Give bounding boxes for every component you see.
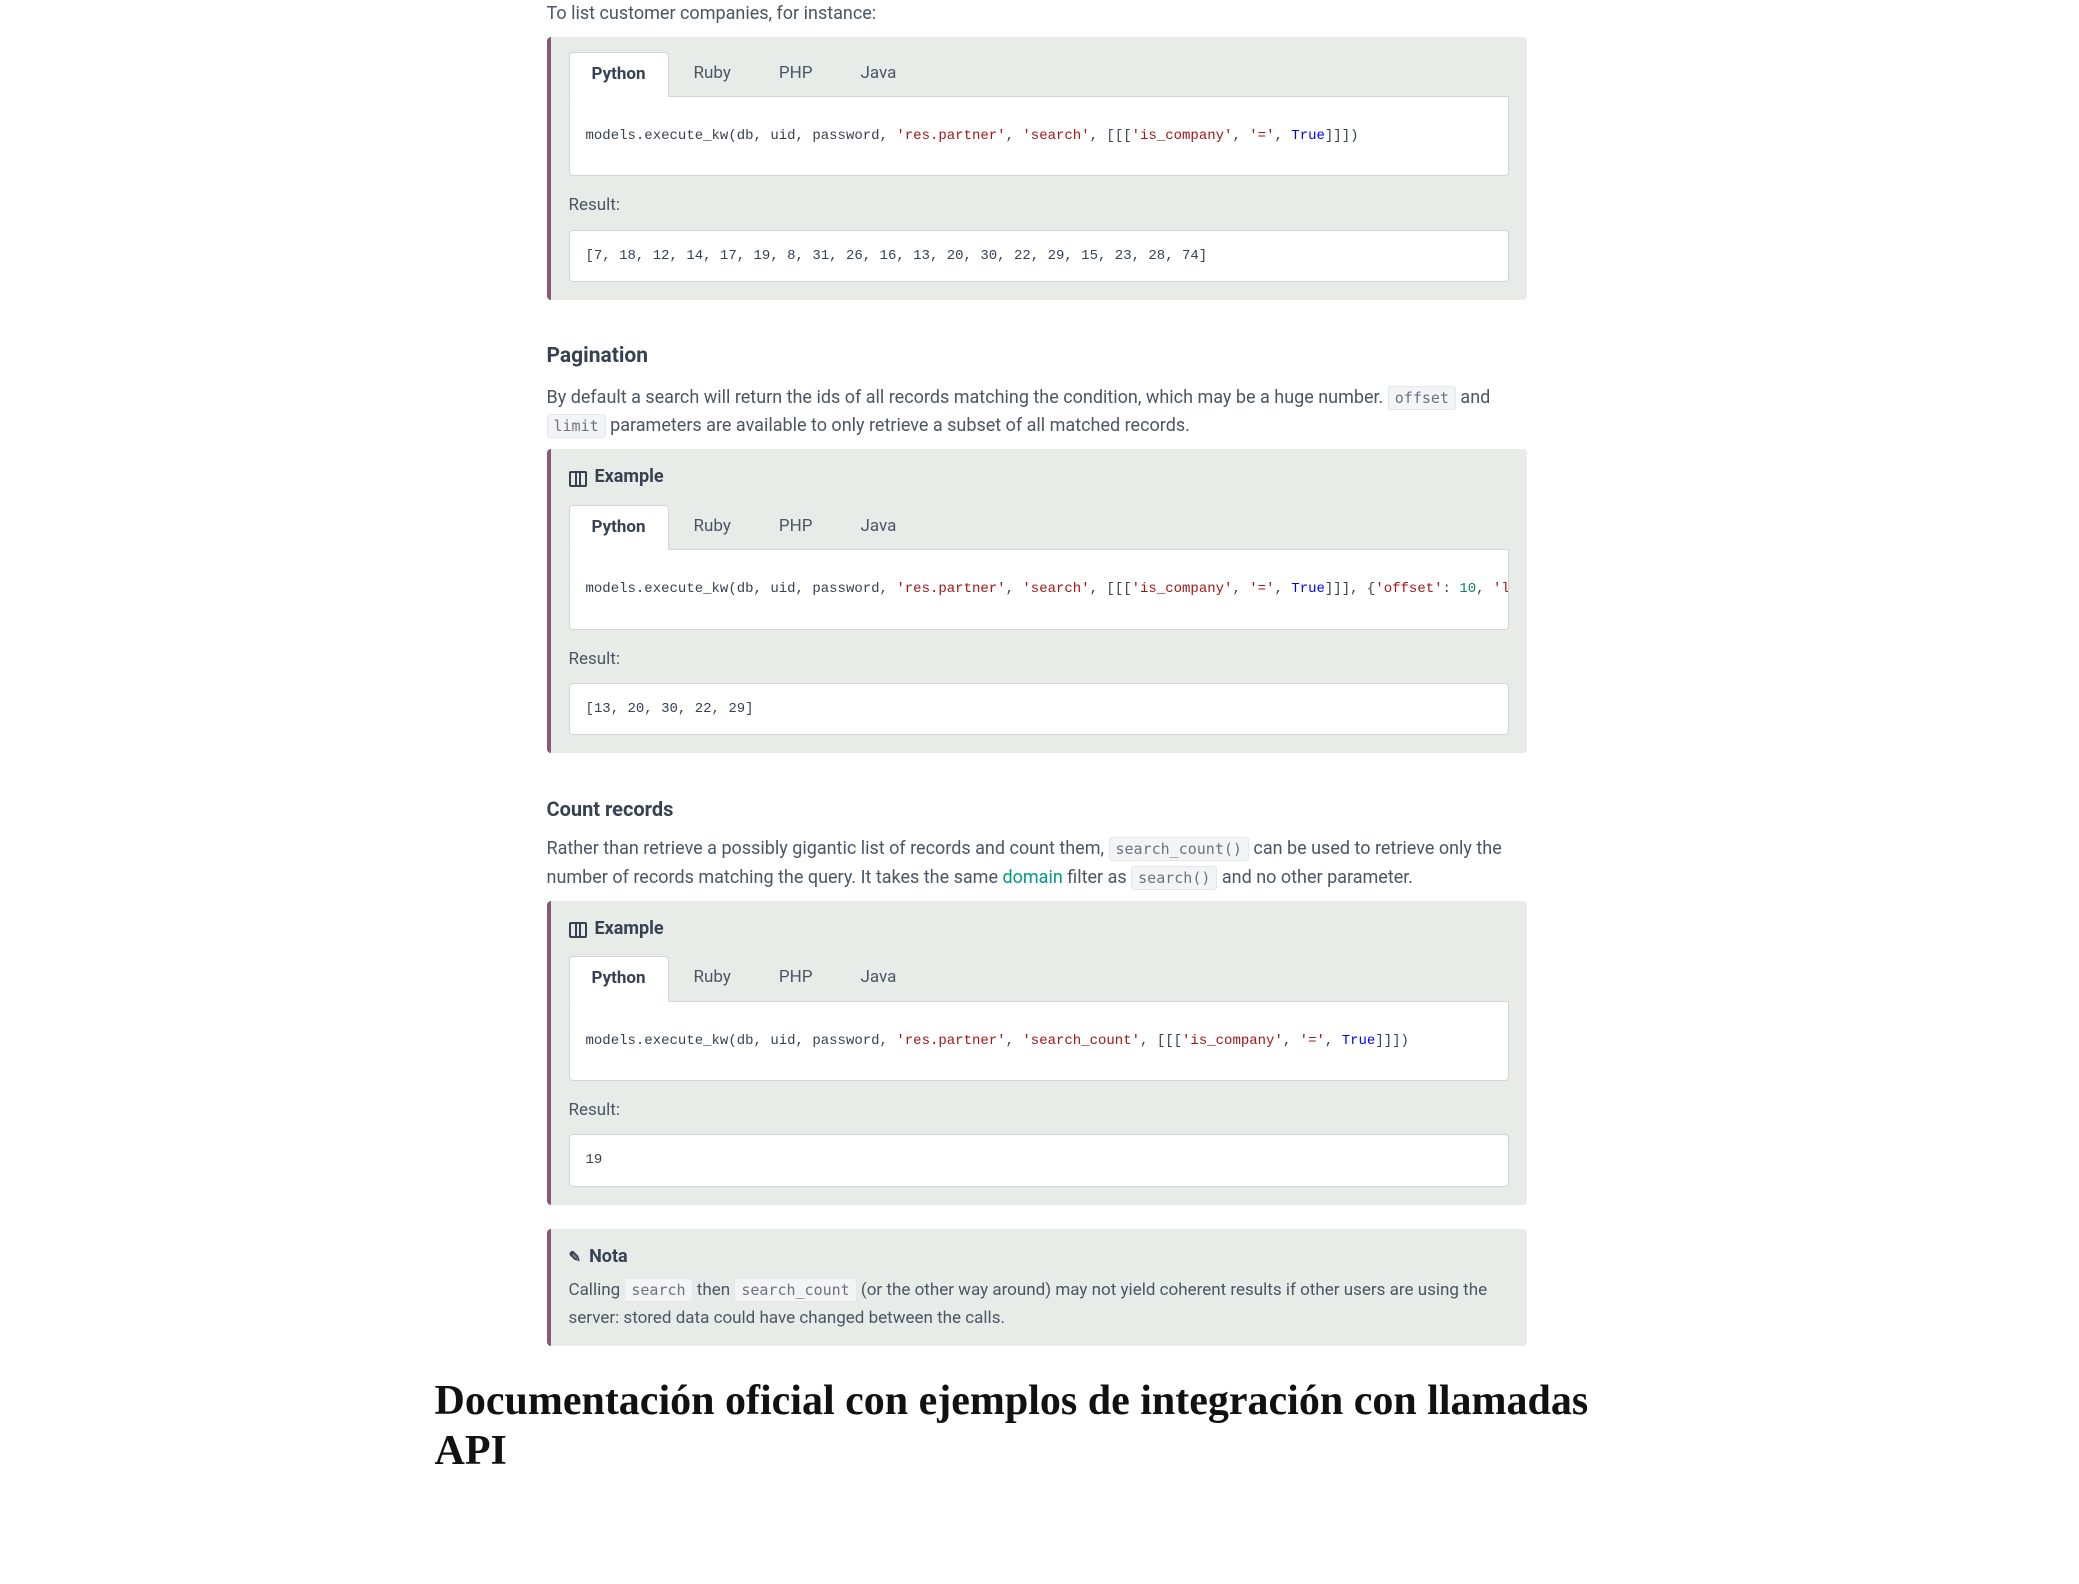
tab-java-2[interactable]: Java (837, 504, 919, 549)
tab-python-2[interactable]: Python (569, 505, 669, 550)
inline-code-searchcount: search_count() (1109, 837, 1249, 861)
tabs-1: Python Ruby PHP Java (569, 51, 1509, 97)
book-icon (569, 471, 587, 485)
book-icon (569, 922, 587, 936)
inline-code-search: search() (1131, 866, 1217, 890)
pagination-heading: Pagination (547, 340, 1527, 374)
note-title: ✎ Nota (569, 1243, 1509, 1272)
result-label-1: Result: (569, 192, 1509, 219)
tab-ruby-2[interactable]: Ruby (671, 504, 754, 549)
tab-php-2[interactable]: PHP (756, 504, 836, 549)
note-code-search: search (624, 1278, 692, 1302)
result-label-2: Result: (569, 646, 1509, 673)
result-block-1: [7, 18, 12, 14, 17, 19, 8, 31, 26, 16, 1… (569, 230, 1509, 282)
pagination-text: By default a search will return the ids … (547, 384, 1527, 442)
example-box-1: Python Ruby PHP Java models.execute_kw(d… (547, 37, 1527, 300)
note-code-searchcount: search_count (734, 1278, 856, 1302)
result-label-3: Result: (569, 1097, 1509, 1124)
note-box: ✎ Nota Calling search then search_count … (547, 1229, 1527, 1346)
tabs-2: Python Ruby PHP Java (569, 504, 1509, 550)
code-block-3: models.execute_kw(db, uid, password, 're… (569, 1002, 1509, 1081)
code-block-1: models.execute_kw(db, uid, password, 're… (569, 97, 1509, 176)
tab-php-3[interactable]: PHP (756, 955, 836, 1000)
pin-icon: ✎ (569, 1245, 582, 1269)
count-text: Rather than retrieve a possibly gigantic… (547, 835, 1527, 893)
tab-ruby-3[interactable]: Ruby (671, 955, 754, 1000)
inline-code-limit: limit (547, 414, 606, 438)
tab-python-3[interactable]: Python (569, 956, 669, 1001)
note-text: Calling search then search_count (or the… (569, 1277, 1509, 1331)
example-title-3: Example (569, 915, 1509, 944)
inline-code-offset: offset (1388, 386, 1456, 410)
code-block-2: models.execute_kw(db, uid, password, 're… (569, 550, 1509, 629)
section1-intro: To list customer companies, for instance… (547, 0, 1527, 29)
tab-java-3[interactable]: Java (837, 955, 919, 1000)
example-title-2: Example (569, 463, 1509, 492)
example-box-2: Example Python Ruby PHP Java models.exec… (547, 449, 1527, 753)
tab-python[interactable]: Python (569, 52, 669, 97)
result-block-2: [13, 20, 30, 22, 29] (569, 683, 1509, 735)
domain-link[interactable]: domain (1002, 867, 1062, 888)
result-block-3: 19 (569, 1134, 1509, 1186)
tab-ruby[interactable]: Ruby (671, 51, 754, 96)
tab-java[interactable]: Java (837, 51, 919, 96)
tabs-3: Python Ruby PHP Java (569, 955, 1509, 1001)
example-box-3: Example Python Ruby PHP Java models.exec… (547, 901, 1527, 1205)
tab-php[interactable]: PHP (756, 51, 836, 96)
footer-heading: Documentación oficial con ejemplos de in… (435, 1376, 1645, 1477)
count-heading: Count records (547, 793, 1527, 825)
